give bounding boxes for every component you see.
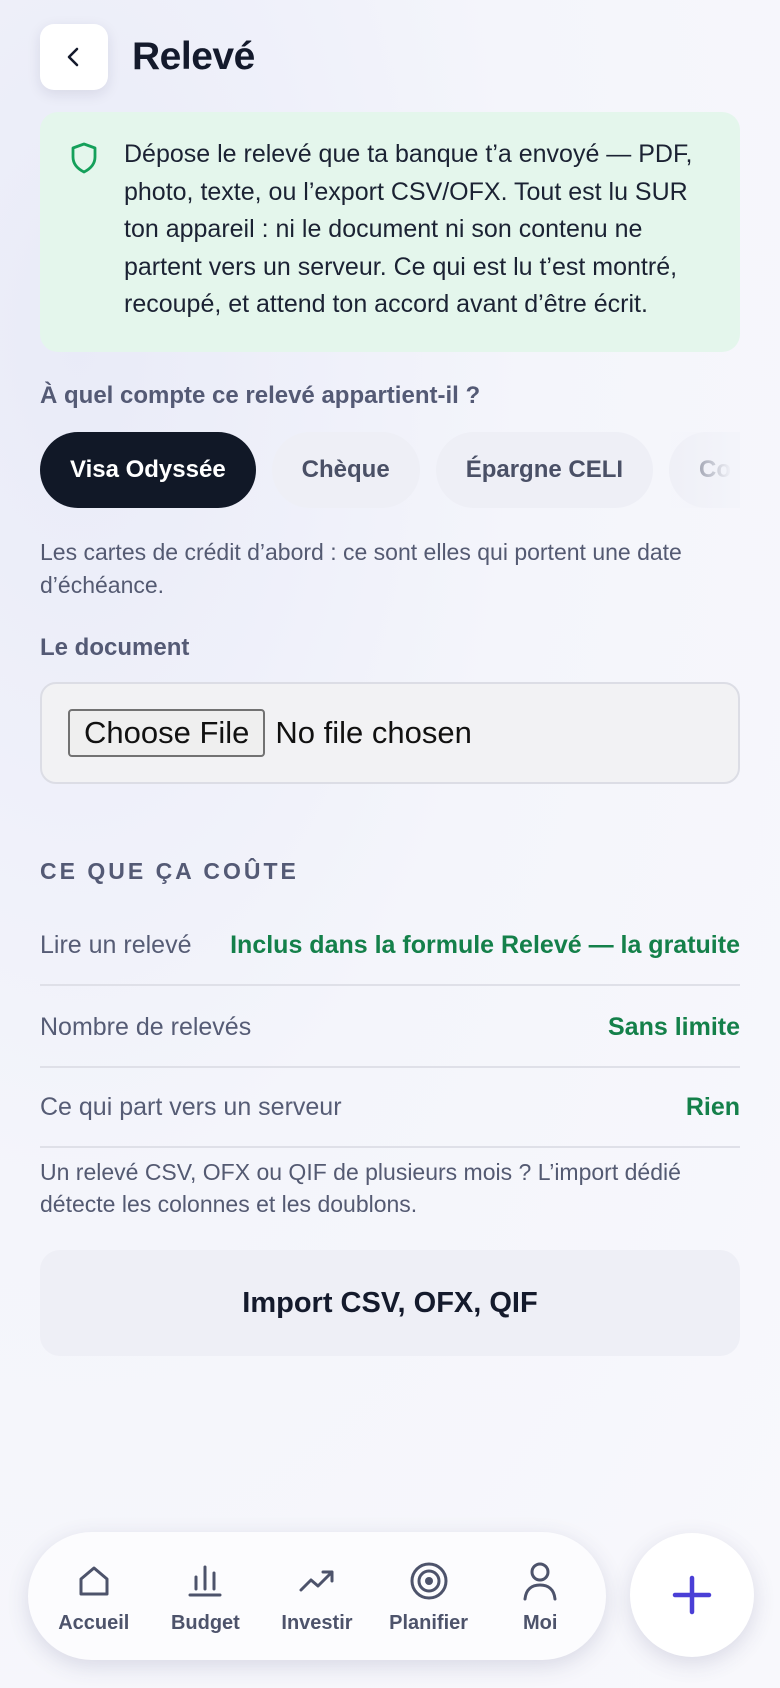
account-chip-compte-us[interactable]: Compte US (669, 432, 740, 508)
nav-item-investir[interactable]: Investir (263, 1558, 371, 1635)
add-button[interactable] (630, 1533, 754, 1657)
page-title: Relevé (132, 35, 255, 78)
home-icon (79, 1566, 109, 1595)
bottom-nav: Accueil Budget Investir Planifier Moi (28, 1532, 606, 1660)
chevron-left-icon (67, 47, 79, 67)
cost-row-value: Rien (685, 1092, 740, 1121)
import-note: Un relevé CSV, OFX ou QIF de plusieurs m… (40, 1159, 681, 1217)
bar-chart-icon (188, 1565, 222, 1596)
nav-label: Moi (522, 1611, 558, 1634)
cost-row: Lire un relevé Inclus dans la formule Re… (40, 906, 740, 986)
file-status: No file chosen (275, 715, 472, 750)
cost-row-value: Sans limite (608, 1012, 740, 1041)
target-icon (410, 1562, 448, 1599)
trending-up-icon (299, 1570, 334, 1591)
account-chips: Visa Odyssée Chèque Épargne CELI Compte … (40, 432, 740, 508)
account-question: À quel compte ce relevé appartient-il ? (40, 382, 481, 409)
nav-label: Investir (281, 1611, 353, 1634)
nav-item-budget[interactable]: Budget (151, 1558, 259, 1635)
cost-row-key: Ce qui part vers un serveur (40, 1092, 342, 1121)
nav-label: Planifier (389, 1611, 469, 1634)
nav-label: Accueil (58, 1611, 130, 1634)
cost-row-value: Inclus dans la formule Relevé — la gratu… (230, 930, 740, 959)
nav-item-accueil[interactable]: Accueil (40, 1558, 148, 1635)
cost-row: Ce qui part vers un serveur Rien (40, 1068, 740, 1148)
nav-item-planifier[interactable]: Planifier (375, 1558, 483, 1635)
account-chip-cheque[interactable]: Chèque (271, 432, 420, 508)
import-csv-button[interactable]: Import CSV, OFX, QIF (40, 1250, 740, 1356)
privacy-notice-text: Dépose le relevé que ta banque t’a envoy… (124, 140, 693, 318)
choose-file-button[interactable]: Choose File (68, 709, 266, 757)
nav-item-moi[interactable]: Moi (486, 1558, 594, 1635)
shield-icon (71, 142, 97, 174)
privacy-notice: Dépose le relevé que ta banque t’a envoy… (40, 112, 740, 352)
nav-label: Budget (170, 1611, 240, 1634)
plus-icon (672, 1575, 712, 1615)
back-button[interactable] (40, 24, 108, 90)
document-label: Le document (40, 634, 190, 661)
account-chip-epargne-celi[interactable]: Épargne CELI (435, 432, 654, 508)
cost-row: Nombre de relevés Sans limite (40, 988, 740, 1068)
file-input[interactable]: Choose File No file chosen (40, 682, 740, 784)
user-icon (523, 1562, 557, 1600)
cost-heading: CE QUE ÇA COÛTE (40, 858, 299, 884)
account-hint: Les cartes de crédit d’abord : ce sont e… (40, 539, 682, 598)
cost-row-key: Nombre de relevés (40, 1012, 252, 1041)
account-chip-visa-odyssee[interactable]: Visa Odyssée (40, 432, 256, 508)
header: Relevé (40, 24, 255, 90)
cost-row-key: Lire un relevé (40, 930, 192, 959)
